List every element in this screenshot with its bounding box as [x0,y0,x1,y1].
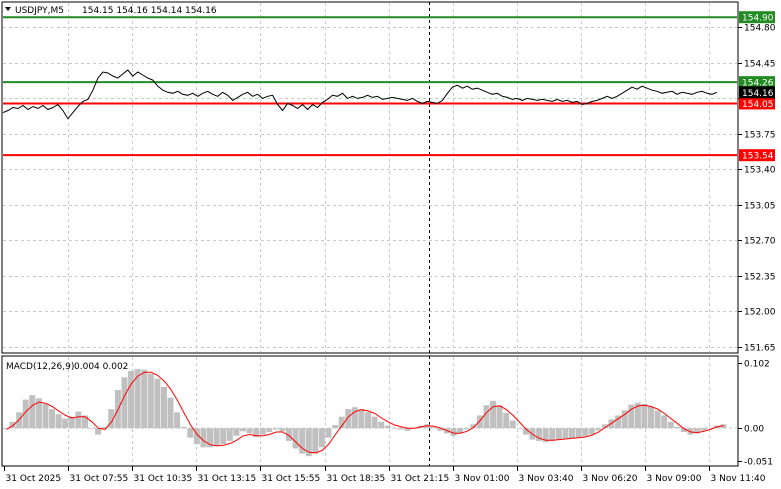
macd-bar [128,371,135,429]
macd-bar [391,428,398,429]
macd-bar [562,428,569,439]
time-tick-label: 31 Oct 21:15 [391,474,450,484]
price-tick-label: 153.05 [744,202,776,212]
macd-bar [476,415,483,429]
macd-bar [147,373,154,429]
macd-label: MACD(12,26,9) [6,362,74,372]
macd-bar [161,386,167,429]
macd-bar [233,428,240,436]
macd-bar [259,428,266,435]
macd-bar [154,378,161,429]
macd-bar [29,395,36,429]
time-tick-label: 31 Oct 18:35 [327,474,386,484]
macd-bar [167,397,174,429]
macd-bar [246,428,253,434]
price-tick-label: 154.45 [744,60,776,70]
price-tick-label: 152.35 [744,273,776,283]
macd-bar [266,428,273,432]
macd-values: 0.004 0.002 [74,362,128,372]
price-tick-label: 153.40 [744,166,776,176]
time-tick-label: 3 Nov 11:40 [711,474,766,484]
macd-bar [516,428,523,429]
macd-bar [661,415,668,429]
macd-bar [588,428,595,435]
macd-bar [220,428,227,445]
macd-bar [654,410,661,429]
macd-bar [62,418,69,429]
macd-bar [667,421,674,429]
macd-bar [674,426,681,429]
macd-bar [365,412,371,429]
macd-bar [292,428,299,449]
macd-bar [483,405,490,429]
macd-bar [88,428,95,429]
macd-bar [463,428,470,430]
macd-bar [332,425,339,429]
macd-bar [345,409,352,429]
macd-bar [279,428,286,432]
macd-bar [75,411,82,429]
macd-bar [134,369,141,429]
level-badge-label: 154.05 [742,100,774,110]
macd-bar [378,421,385,429]
time-tick-label: 3 Nov 01:00 [455,474,510,484]
macd-bar [325,428,332,438]
price-tick-label: 152.00 [744,308,776,318]
macd-bar [318,428,325,448]
current-price-label: 154.16 [742,89,774,99]
ohlc-values: 154.15 154.16 154.14 154.16 [82,6,217,16]
macd-bar [351,407,358,429]
price-tick-label: 154.80 [744,24,776,34]
time-tick-label: 3 Nov 09:00 [647,474,702,484]
macd-bar [582,428,589,437]
macd-bar [42,404,49,429]
price-tick-label: 151.65 [744,344,776,354]
macd-bar [95,428,102,435]
macd-bar [82,415,88,429]
level-badge-label: 153.54 [742,152,774,162]
macd-bar [180,426,187,429]
macd-bar [121,377,128,429]
macd-bar [503,412,510,429]
macd-bar [200,428,207,448]
macd-bar [187,428,194,438]
macd-bar [575,428,582,438]
level-badge-label: 154.90 [742,14,774,24]
price-chart[interactable]: 154.80154.45154.10153.75153.40153.05152.… [0,0,781,489]
macd-bar [371,416,378,429]
macd-bar [549,428,556,441]
time-tick-label: 31 Oct 13:15 [198,474,257,484]
macd-bar [174,412,181,429]
time-tick-label: 31 Oct 10:35 [134,474,193,484]
time-tick-label: 31 Oct 15:55 [262,474,321,484]
macd-bar [55,414,62,429]
macd-bar [397,428,404,430]
time-tick-label: 31 Oct 07:55 [70,474,129,484]
macd-bar [496,405,503,429]
macd-bar [648,406,654,429]
macd-bar [213,428,220,446]
macd-bar [49,409,56,429]
macd-bar [141,369,148,429]
macd-bar [358,409,365,429]
macd-bar [555,428,562,440]
macd-bar [239,428,246,432]
macd-bar [384,425,391,429]
time-tick-label: 3 Nov 06:20 [583,474,638,484]
price-tick-label: 153.75 [744,131,776,141]
macd-tick-label: 0.00 [744,425,764,435]
time-tick-label: 3 Nov 03:40 [519,474,574,484]
macd-bar [272,428,279,430]
symbol-timeframe: USDJPY,M5 [15,6,64,16]
macd-bar [569,428,575,439]
macd-bar [312,428,319,454]
price-tick-label: 152.70 [744,237,776,247]
macd-tick-label: -0.051 [744,458,773,468]
macd-tick-label: 0.102 [744,360,770,370]
macd-bar [490,400,497,429]
time-tick-label: 31 Oct 2025 [6,474,62,484]
macd-bar [641,404,648,429]
macd-bar [226,428,233,441]
macd-bar [509,420,516,429]
